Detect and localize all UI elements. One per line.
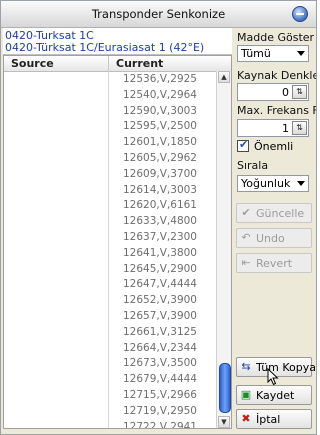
- undo-label: Undo: [256, 232, 285, 245]
- max-frekans-label: Max. Frekans Fa: [237, 104, 317, 117]
- grid-rows: 12536,V,2925 12540,V,2964 12590,V,3003 1259…: [109, 72, 217, 428]
- revert-icon: ⇤: [241, 256, 251, 269]
- grid-header: Source Current: [4, 56, 231, 72]
- table-row[interactable]: 12605,V,2962: [109, 151, 217, 167]
- save-icon: ▣: [240, 388, 252, 401]
- table-row[interactable]: 12715,V,2966: [109, 388, 217, 404]
- onemli-label: Önemli: [254, 140, 294, 153]
- iptal-label: İptal: [256, 413, 281, 426]
- copy-arrows-icon: ⇆: [241, 360, 251, 373]
- satellite-line-2: 0420-Türksat 1C/Eurasiasat 1 (42°E): [5, 41, 205, 54]
- table-row[interactable]: 12536,V,2925: [109, 72, 217, 88]
- cancel-icon: ✖: [241, 412, 251, 425]
- table-row[interactable]: 12652,V,3900: [109, 293, 217, 309]
- column-label-current: Current: [116, 57, 164, 70]
- sirala-label: Sırala: [237, 159, 269, 172]
- kaynak-label: Kaynak Denklesi: [237, 69, 316, 82]
- revert-label: Revert: [256, 257, 293, 270]
- table-row[interactable]: 12540,V,2964: [109, 88, 217, 104]
- max-frekans-value: 1: [282, 122, 289, 135]
- table-row[interactable]: 12722,V,2941: [109, 420, 217, 428]
- chevron-down-icon[interactable]: [294, 47, 307, 60]
- kaydet-label: Kaydet: [256, 389, 295, 402]
- dialog-window: Transponder Senkonize 0420-Turksat 1C 04…: [0, 0, 317, 435]
- undo-button[interactable]: ↶ Undo: [236, 228, 312, 248]
- max-frekans-spinner[interactable]: 1 ⇅: [237, 119, 309, 137]
- title-bar: Transponder Senkonize: [1, 1, 316, 28]
- chevron-down-icon[interactable]: [294, 177, 307, 190]
- column-label-source: Source: [11, 57, 54, 70]
- transponder-grid[interactable]: Source Current 12536,V,2925 12540,V,2964 1…: [3, 55, 232, 429]
- window-title: Transponder Senkonize: [91, 7, 226, 21]
- table-row[interactable]: 12590,V,3003: [109, 104, 217, 120]
- satellite-info: 0420-Turksat 1C 0420-Türksat 1C/Eurasias…: [3, 28, 232, 55]
- guncelle-button[interactable]: ✔ Güncelle: [236, 203, 312, 223]
- table-row[interactable]: 12609,V,3700: [109, 167, 217, 183]
- sirala-value: Yoğunluk: [241, 177, 291, 190]
- table-row[interactable]: 12633,V,4800: [109, 214, 217, 230]
- scroll-down-icon[interactable]: ▼: [218, 416, 230, 428]
- table-row[interactable]: 12637,V,2300: [109, 230, 217, 246]
- table-row[interactable]: 12620,V,6161: [109, 198, 217, 214]
- table-row[interactable]: 12679,V,4444: [109, 372, 217, 388]
- scroll-up-icon[interactable]: ▲: [218, 71, 230, 83]
- vertical-scrollbar[interactable]: ▲ ▼: [216, 71, 231, 428]
- spin-arrows-icon[interactable]: ⇅: [292, 121, 307, 135]
- sirala-select[interactable]: Yoğunluk: [237, 175, 309, 192]
- madde-goster-select[interactable]: Tümü: [237, 45, 309, 62]
- table-row[interactable]: 12641,V,3800: [109, 246, 217, 262]
- table-row[interactable]: 12661,V,3125: [109, 325, 217, 341]
- kaydet-button[interactable]: ▣ Kaydet: [236, 385, 312, 405]
- column-header-current[interactable]: Current: [109, 56, 219, 71]
- tum-kopyala-label: Tüm Kopyala: [256, 361, 317, 374]
- table-row[interactable]: 12614,V,3003: [109, 183, 217, 199]
- onemli-checkbox[interactable]: Önemli: [237, 138, 313, 155]
- table-row[interactable]: 12601,V,1850: [109, 135, 217, 151]
- table-row[interactable]: 12647,V,4444: [109, 277, 217, 293]
- madde-goster-label: Madde Göster: [237, 31, 315, 44]
- table-row[interactable]: 12664,V,2344: [109, 341, 217, 357]
- checkbox-check-icon[interactable]: [237, 138, 249, 152]
- table-row[interactable]: 12595,V,2500: [109, 119, 217, 135]
- guncelle-label: Güncelle: [256, 207, 305, 220]
- table-row[interactable]: 12719,V,2950: [109, 404, 217, 420]
- minimize-icon[interactable]: [292, 6, 308, 22]
- table-row[interactable]: 12645,V,2900: [109, 262, 217, 278]
- table-row[interactable]: 12673,V,3500: [109, 356, 217, 372]
- check-icon: ✔: [241, 206, 251, 219]
- revert-button[interactable]: ⇤ Revert: [236, 253, 312, 273]
- column-header-source[interactable]: Source: [4, 56, 109, 71]
- iptal-button[interactable]: ✖ İptal: [236, 409, 312, 429]
- scroll-thumb[interactable]: [219, 363, 231, 413]
- kaynak-value: 0: [282, 86, 289, 99]
- undo-icon: ↶: [241, 231, 251, 244]
- mouse-pointer-icon: [267, 368, 279, 386]
- table-row[interactable]: 12657,V,3900: [109, 309, 217, 325]
- madde-goster-value: Tümü: [241, 47, 271, 60]
- kaynak-spinner[interactable]: 0 ⇅: [237, 83, 309, 101]
- spin-arrows-icon[interactable]: ⇅: [292, 85, 307, 99]
